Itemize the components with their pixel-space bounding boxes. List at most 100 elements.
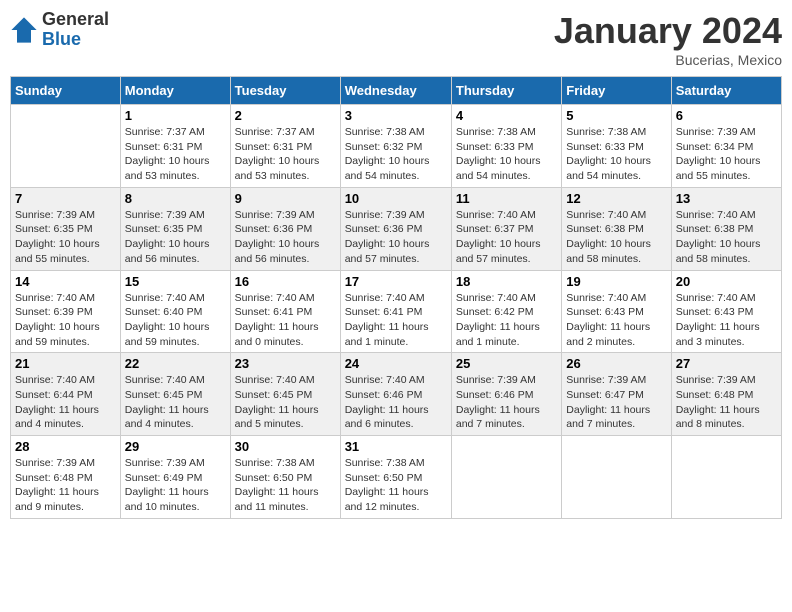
week-row-5: 28 Sunrise: 7:39 AM Sunset: 6:48 PM Dayli… [11,436,782,519]
logo: General Blue [10,10,109,50]
day-info: Sunrise: 7:39 AM Sunset: 6:35 PM Dayligh… [125,208,226,267]
day-number: 5 [566,108,666,123]
day-number: 14 [15,274,116,289]
calendar-cell: 1 Sunrise: 7:37 AM Sunset: 6:31 PM Daylig… [120,105,230,188]
calendar-cell: 31 Sunrise: 7:38 AM Sunset: 6:50 PM Dayli… [340,436,451,519]
day-number: 28 [15,439,116,454]
day-info: Sunrise: 7:40 AM Sunset: 6:46 PM Dayligh… [345,373,447,432]
day-info: Sunrise: 7:40 AM Sunset: 6:44 PM Dayligh… [15,373,116,432]
day-number: 11 [456,191,557,206]
header-monday: Monday [120,77,230,105]
logo-icon [10,16,38,44]
day-number: 20 [676,274,777,289]
location: Bucerias, Mexico [554,52,782,68]
day-info: Sunrise: 7:39 AM Sunset: 6:48 PM Dayligh… [15,456,116,515]
day-number: 27 [676,356,777,371]
day-number: 3 [345,108,447,123]
calendar-cell: 3 Sunrise: 7:38 AM Sunset: 6:32 PM Daylig… [340,105,451,188]
day-info: Sunrise: 7:38 AM Sunset: 6:32 PM Dayligh… [345,125,447,184]
logo-blue: Blue [42,30,109,50]
day-info: Sunrise: 7:40 AM Sunset: 6:40 PM Dayligh… [125,291,226,350]
calendar-cell: 28 Sunrise: 7:39 AM Sunset: 6:48 PM Dayli… [11,436,121,519]
calendar-cell [451,436,561,519]
calendar-cell: 13 Sunrise: 7:40 AM Sunset: 6:38 PM Dayli… [671,187,781,270]
day-info: Sunrise: 7:40 AM Sunset: 6:43 PM Dayligh… [676,291,777,350]
calendar-cell: 22 Sunrise: 7:40 AM Sunset: 6:45 PM Dayli… [120,353,230,436]
day-info: Sunrise: 7:38 AM Sunset: 6:50 PM Dayligh… [345,456,447,515]
day-info: Sunrise: 7:40 AM Sunset: 6:42 PM Dayligh… [456,291,557,350]
calendar-cell: 11 Sunrise: 7:40 AM Sunset: 6:37 PM Dayli… [451,187,561,270]
header-saturday: Saturday [671,77,781,105]
calendar-cell: 7 Sunrise: 7:39 AM Sunset: 6:35 PM Daylig… [11,187,121,270]
week-row-2: 7 Sunrise: 7:39 AM Sunset: 6:35 PM Daylig… [11,187,782,270]
day-info: Sunrise: 7:37 AM Sunset: 6:31 PM Dayligh… [235,125,336,184]
calendar-cell: 29 Sunrise: 7:39 AM Sunset: 6:49 PM Dayli… [120,436,230,519]
calendar-cell: 14 Sunrise: 7:40 AM Sunset: 6:39 PM Dayli… [11,270,121,353]
day-info: Sunrise: 7:39 AM Sunset: 6:48 PM Dayligh… [676,373,777,432]
calendar-cell: 10 Sunrise: 7:39 AM Sunset: 6:36 PM Dayli… [340,187,451,270]
day-number: 31 [345,439,447,454]
day-number: 21 [15,356,116,371]
day-number: 2 [235,108,336,123]
day-number: 17 [345,274,447,289]
day-number: 1 [125,108,226,123]
calendar-cell: 4 Sunrise: 7:38 AM Sunset: 6:33 PM Daylig… [451,105,561,188]
calendar-cell [11,105,121,188]
day-number: 26 [566,356,666,371]
day-info: Sunrise: 7:38 AM Sunset: 6:33 PM Dayligh… [456,125,557,184]
calendar-header-row: SundayMondayTuesdayWednesdayThursdayFrid… [11,77,782,105]
day-info: Sunrise: 7:39 AM Sunset: 6:46 PM Dayligh… [456,373,557,432]
calendar-cell: 5 Sunrise: 7:38 AM Sunset: 6:33 PM Daylig… [562,105,671,188]
day-number: 24 [345,356,447,371]
day-number: 7 [15,191,116,206]
day-number: 18 [456,274,557,289]
day-number: 30 [235,439,336,454]
calendar-cell: 17 Sunrise: 7:40 AM Sunset: 6:41 PM Dayli… [340,270,451,353]
header-tuesday: Tuesday [230,77,340,105]
week-row-4: 21 Sunrise: 7:40 AM Sunset: 6:44 PM Dayli… [11,353,782,436]
calendar-cell: 30 Sunrise: 7:38 AM Sunset: 6:50 PM Dayli… [230,436,340,519]
day-info: Sunrise: 7:40 AM Sunset: 6:39 PM Dayligh… [15,291,116,350]
day-number: 10 [345,191,447,206]
calendar-cell: 27 Sunrise: 7:39 AM Sunset: 6:48 PM Dayli… [671,353,781,436]
logo-general: General [42,10,109,30]
day-info: Sunrise: 7:39 AM Sunset: 6:36 PM Dayligh… [345,208,447,267]
day-number: 16 [235,274,336,289]
day-info: Sunrise: 7:40 AM Sunset: 6:41 PM Dayligh… [345,291,447,350]
day-info: Sunrise: 7:40 AM Sunset: 6:41 PM Dayligh… [235,291,336,350]
day-number: 23 [235,356,336,371]
calendar-cell: 21 Sunrise: 7:40 AM Sunset: 6:44 PM Dayli… [11,353,121,436]
calendar-cell: 23 Sunrise: 7:40 AM Sunset: 6:45 PM Dayli… [230,353,340,436]
day-info: Sunrise: 7:40 AM Sunset: 6:38 PM Dayligh… [676,208,777,267]
calendar-cell: 24 Sunrise: 7:40 AM Sunset: 6:46 PM Dayli… [340,353,451,436]
day-info: Sunrise: 7:40 AM Sunset: 6:43 PM Dayligh… [566,291,666,350]
day-number: 22 [125,356,226,371]
day-info: Sunrise: 7:38 AM Sunset: 6:50 PM Dayligh… [235,456,336,515]
header-sunday: Sunday [11,77,121,105]
day-info: Sunrise: 7:38 AM Sunset: 6:33 PM Dayligh… [566,125,666,184]
day-number: 12 [566,191,666,206]
page-header: General Blue January 2024 Bucerias, Mexi… [10,10,782,68]
day-info: Sunrise: 7:37 AM Sunset: 6:31 PM Dayligh… [125,125,226,184]
day-number: 13 [676,191,777,206]
day-number: 29 [125,439,226,454]
day-info: Sunrise: 7:40 AM Sunset: 6:38 PM Dayligh… [566,208,666,267]
day-info: Sunrise: 7:39 AM Sunset: 6:35 PM Dayligh… [15,208,116,267]
day-info: Sunrise: 7:40 AM Sunset: 6:45 PM Dayligh… [125,373,226,432]
day-number: 4 [456,108,557,123]
calendar-cell: 16 Sunrise: 7:40 AM Sunset: 6:41 PM Dayli… [230,270,340,353]
day-info: Sunrise: 7:40 AM Sunset: 6:37 PM Dayligh… [456,208,557,267]
calendar-cell: 18 Sunrise: 7:40 AM Sunset: 6:42 PM Dayli… [451,270,561,353]
calendar-cell: 2 Sunrise: 7:37 AM Sunset: 6:31 PM Daylig… [230,105,340,188]
calendar-cell: 20 Sunrise: 7:40 AM Sunset: 6:43 PM Dayli… [671,270,781,353]
title-area: January 2024 Bucerias, Mexico [554,10,782,68]
calendar-cell: 8Sunrise: 7:39 AM Sunset: 6:35 PM Daylig… [120,187,230,270]
day-info: Sunrise: 7:39 AM Sunset: 6:49 PM Dayligh… [125,456,226,515]
week-row-1: 1 Sunrise: 7:37 AM Sunset: 6:31 PM Daylig… [11,105,782,188]
header-thursday: Thursday [451,77,561,105]
logo-text: General Blue [42,10,109,50]
day-info: Sunrise: 7:39 AM Sunset: 6:36 PM Dayligh… [235,208,336,267]
calendar-cell: 6Sunrise: 7:39 AM Sunset: 6:34 PM Daylig… [671,105,781,188]
day-info: Sunrise: 7:40 AM Sunset: 6:45 PM Dayligh… [235,373,336,432]
day-info: Sunrise: 7:39 AM Sunset: 6:34 PM Dayligh… [676,125,777,184]
